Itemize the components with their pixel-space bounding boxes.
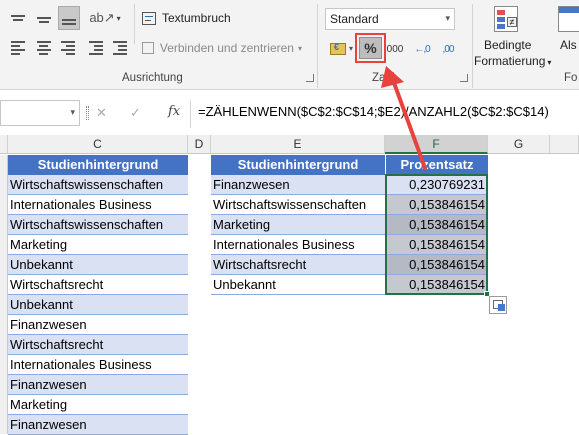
source-cell[interactable]: Wirtschaftsrecht [8,335,188,355]
ribbon: ab↗ ▾ Textumbruch Verbinden und zentriere… [0,0,579,90]
cancel-icon[interactable]: ✕ [96,105,107,121]
decrease-indent-button[interactable] [86,38,106,58]
column-header-e[interactable]: E [211,135,385,154]
selection-range-frame [385,174,488,295]
orientation-button[interactable]: ab↗ ▾ [89,8,120,28]
summary-category-cell[interactable]: Internationales Business [211,235,385,255]
source-cell[interactable]: Marketing [8,235,188,255]
increase-indent-button[interactable] [110,38,130,58]
chevron-down-icon: ▾ [445,13,450,23]
orientation-icon: ab↗ [89,10,115,25]
separator [472,4,473,88]
number-group-label: Zahl [372,72,395,84]
number-launcher-icon[interactable] [460,74,468,82]
formula-input[interactable]: =ZÄHLENWENN($C$2:$C$14;$E2)/ANZAHL2($C$2… [198,104,549,119]
conditional-formatting-button[interactable]: ≠ Bedingte Formatierung ▾ [474,4,551,70]
source-cell[interactable]: Marketing [8,395,188,415]
wrap-text-button[interactable]: Textumbruch [142,8,242,28]
number-format-value: Standard [330,12,379,26]
format-as-table-label: Als [560,38,577,52]
decrease-indent-icon [89,39,103,57]
increase-indent-icon [113,39,127,57]
source-cell[interactable]: Internationales Business [8,195,188,215]
align-top-button[interactable] [8,8,28,28]
number-format-dropdown[interactable]: Standard ▾ [325,8,455,30]
column-header-d[interactable]: D [188,135,211,154]
align-left-button[interactable] [8,38,28,58]
formula-input-divider [190,100,191,128]
summary-header-category[interactable]: Studienhintergrund [211,155,385,175]
merge-center-icon [142,42,154,54]
currency-dropdown-icon[interactable]: ▾ [349,44,353,53]
summary-header-percent[interactable]: Prozentsatz [385,155,488,175]
percent-icon: % [364,40,377,56]
align-bottom-icon [62,17,76,27]
summary-category-cell[interactable]: Wirtschaftsrecht [211,255,385,275]
align-bottom-button[interactable] [58,6,80,30]
source-cell[interactable]: Internationales Business [8,355,188,375]
source-cell[interactable]: Finanzwesen [8,315,188,335]
chevron-down-icon: ▾ [70,107,75,117]
currency-icon: € [330,42,346,55]
enter-icon[interactable]: ✓ [130,105,141,121]
corner-header [0,135,8,154]
separator [317,4,318,88]
quick-analysis-icon[interactable] [489,296,507,314]
thousands-separator-button[interactable]: 000 [384,38,406,60]
increase-decimal-button[interactable]: ←,0 [410,38,434,60]
column-header-h[interactable] [550,135,579,154]
summary-category-cell[interactable]: Marketing [211,215,385,235]
align-left-icon [11,39,25,57]
align-right-icon [61,39,75,57]
source-cell[interactable]: Unbekannt [8,255,188,275]
conditional-formatting-label-1: Bedingte [484,38,532,52]
summary-category-cell[interactable]: Finanzwesen [211,175,385,195]
align-right-button[interactable] [58,38,78,58]
column-header-f[interactable]: F [385,135,488,154]
insert-function-icon[interactable]: fx [168,104,180,119]
conditional-formatting-icon: ≠ [494,6,518,32]
alignment-launcher-icon[interactable] [306,74,314,82]
source-header-cell[interactable]: Studienhintergrund [8,155,188,175]
separator [134,4,135,44]
source-cell[interactable]: Finanzwesen [8,375,188,395]
merge-center-label: Verbinden und zentrieren [159,41,294,55]
align-middle-icon [37,15,51,25]
conditional-formatting-label-2: Formatierung [474,54,546,68]
decrease-decimal-button[interactable]: ,00 [436,38,460,60]
source-cell[interactable]: Unbekannt [8,295,188,315]
source-cell[interactable]: Finanzwesen [8,415,188,435]
merge-center-button[interactable]: Verbinden und zentrieren ▾ [142,38,302,58]
summary-category-cell[interactable]: Wirtschaftswissenschaften [211,195,385,215]
source-cell[interactable]: Wirtschaftswissenschaften [8,215,188,235]
formats-group-label: Fo [564,72,578,84]
align-middle-button[interactable] [34,8,54,28]
source-cell[interactable]: Wirtschaftswissenschaften [8,175,188,195]
alignment-group-label: Ausrichtung [122,72,183,84]
column-header-c[interactable]: C [8,135,188,154]
wrap-text-icon [142,11,156,25]
format-as-table-icon [558,6,579,32]
summary-category-cell[interactable]: Unbekannt [211,275,385,295]
name-box[interactable]: ▾ [0,100,80,126]
row-headers [0,155,8,434]
format-as-table-button[interactable]: Als [552,4,579,70]
wrap-text-label: Textumbruch [162,11,231,25]
column-header-g[interactable]: G [488,135,550,154]
increase-decimal-icon: ←,0 [414,43,430,55]
align-center-button[interactable] [34,38,54,58]
decrease-decimal-icon: ,00 [442,43,455,55]
formula-bar: ▾ ✕ ✓ fx =ZÄHLENWENN($C$2:$C$14;$E2)/ANZ… [0,100,579,128]
percent-style-button[interactable]: % [359,37,382,59]
worksheet-grid: C D E F G Studienhintergrund Wirtschafts… [0,135,579,435]
formula-bar-grip[interactable] [86,106,89,120]
align-top-icon [11,13,25,23]
thousands-label: 000 [386,43,404,55]
currency-button[interactable]: € [326,38,350,60]
align-center-icon [37,39,51,57]
source-cell[interactable]: Wirtschaftsrecht [8,275,188,295]
